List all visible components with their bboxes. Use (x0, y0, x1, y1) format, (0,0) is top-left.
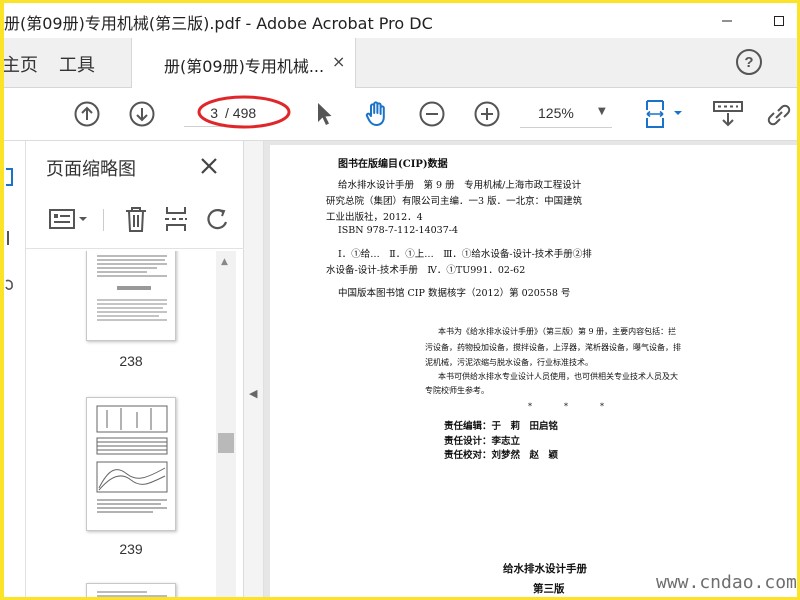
minimize-button[interactable] (704, 3, 750, 38)
thumbnail-options-icon (49, 209, 87, 229)
zoom-out-icon (419, 101, 445, 127)
zoom-out-button[interactable] (415, 97, 449, 131)
insert-page-button[interactable] (160, 203, 192, 235)
editor-line: 责任编辑：于 莉 田启铭 (444, 421, 559, 432)
thumbnail-preview (96, 405, 168, 513)
main-toolbar: / 498 125% (4, 88, 797, 141)
rotate-page-button[interactable] (202, 203, 234, 235)
page-thumbnail[interactable] (86, 251, 176, 341)
previous-page-button[interactable] (70, 97, 104, 131)
attachments-icon[interactable] (5, 279, 13, 290)
edition: 第三版 (533, 583, 565, 595)
link-icon (767, 104, 791, 126)
select-tool-button[interactable] (307, 97, 341, 131)
zoom-in-icon (474, 101, 500, 127)
summary-line: 污设备，药物投加设备，搅拌设备，上浮器，滗析器设备，曝气设备，排 (425, 343, 681, 352)
zoom-in-button[interactable] (470, 97, 504, 131)
proofreader-line: 责任校对：刘梦然 赵 颖 (444, 450, 559, 461)
thumbnail-label: 238 (119, 353, 143, 369)
thumbnail-preview (97, 255, 167, 321)
help-button[interactable]: ? (735, 48, 763, 76)
thumbnail-preview (97, 591, 167, 597)
scrollbar-thumb[interactable] (218, 433, 234, 453)
hand-icon (365, 101, 385, 126)
red-ellipse-annotation (197, 95, 291, 129)
share-link-button[interactable] (761, 97, 797, 131)
summary-line: 泥机械，污泥浓缩与脱水设备，行业标准技术。 (425, 358, 593, 367)
delete-page-button[interactable] (120, 203, 152, 235)
summary-line: 专院校师生参考。 (425, 386, 489, 395)
thumbnail-options-button[interactable] (46, 203, 94, 235)
document-tab-close-icon[interactable]: × (332, 52, 345, 71)
thumbnail-list: 238 239 (26, 251, 216, 597)
navigation-pane-strip (4, 141, 26, 597)
trash-icon (126, 207, 146, 232)
read-mode-button[interactable] (708, 97, 748, 131)
cip-isbn: ISBN 978-7-112-14037-4 (338, 225, 458, 236)
maximize-button[interactable] (756, 3, 797, 38)
help-icon: ? (736, 49, 762, 75)
svg-text:?: ? (744, 54, 753, 71)
document-tab[interactable]: 册(第09册)专用机械... × (131, 38, 356, 89)
designer-line: 责任设计：李志立 (444, 436, 521, 447)
maximize-icon (774, 15, 784, 26)
book-title: 给水排水设计手册 (503, 563, 587, 575)
pane-collapse-strip[interactable]: ◀ (244, 141, 264, 597)
insert-page-icon (165, 207, 187, 231)
panel-close-button[interactable] (196, 153, 222, 179)
title-bar: 册(第09册)专用机械(第三版).pdf - Adobe Acrobat Pro… (4, 3, 797, 38)
scroll-up-icon[interactable]: ▲ (221, 257, 228, 267)
down-arrow-circle-icon (129, 101, 155, 127)
thumbnail-toolbar (26, 191, 244, 249)
page-thumbnail[interactable] (86, 583, 176, 597)
collapse-left-icon[interactable]: ◀ (249, 387, 257, 400)
cip-line: 水设备-设计-技术手册 Ⅳ．①TU991．02-62 (326, 265, 526, 276)
cip-line: Ⅰ．①给… Ⅱ．①上… Ⅲ．①给水设备-设计-技术手册②排 (338, 249, 592, 260)
cip-line: 工业出版社，2012．4 (326, 212, 423, 223)
fit-page-icon (646, 100, 682, 128)
summary-line: 本书可供给水排水专业设计人员使用，也可供相关专业技术人员及大 (438, 372, 678, 381)
page-fit-button[interactable] (640, 97, 688, 131)
summary-line: 本书为《给水排水设计手册》（第三版）第 9 册，主要内容包括：拦 (438, 327, 677, 336)
chevron-down-icon: ▼ (598, 106, 606, 117)
app-window: 册(第09册)专用机械(第三版).pdf - Adobe Acrobat Pro… (4, 3, 797, 597)
pdf-page: 图书在版编目(CIP)数据 给水排水设计手册 第 9 册 专用机械/上海市政工程… (270, 145, 797, 597)
zoom-level-select[interactable]: 125% ▼ (520, 100, 612, 128)
page-thumbnails-panel: 页面缩略图 238 239 ▲ (26, 141, 244, 597)
close-icon (201, 158, 217, 174)
panel-title: 页面缩略图 (46, 159, 136, 180)
cip-line: 给水排水设计手册 第 9 册 专用机械/上海市政工程设计 (338, 180, 582, 191)
tab-home[interactable]: 主页 (4, 51, 38, 77)
thumbnail-label: 239 (119, 541, 143, 557)
cip-line: 研究总院（集团）有限公司主编．一3 版．一北京：中国建筑 (326, 196, 583, 207)
tab-tools[interactable]: 工具 (59, 51, 95, 77)
page-thumbnails-icon[interactable] (6, 168, 13, 186)
zoom-level-value: 125% (538, 105, 574, 121)
document-view[interactable]: 图书在版编目(CIP)数据 给水排水设计手册 第 9 册 专用机械/上海市政工程… (264, 141, 797, 597)
cip-heading: 图书在版编目(CIP)数据 (338, 159, 448, 170)
window-title: 册(第09册)专用机械(第三版).pdf - Adobe Acrobat Pro… (4, 14, 433, 33)
page-thumbnail[interactable] (86, 397, 176, 531)
tab-bar: 主页 工具 册(第09册)专用机械... × ? (4, 38, 797, 89)
pane-icons (5, 168, 13, 290)
rotate-icon (207, 209, 228, 230)
cip-record: 中国版本图书馆 CIP 数据核字（2012）第 020558 号 (338, 288, 571, 299)
read-mode-icon (713, 101, 743, 127)
cursor-arrow-icon (318, 103, 332, 125)
document-tab-label: 册(第09册)专用机械... (164, 57, 325, 76)
watermark: www.cndao.com (656, 572, 797, 593)
minimize-icon (722, 20, 732, 21)
thumbnail-scrollbar[interactable]: ▲ (216, 251, 236, 597)
hand-tool-button[interactable] (360, 97, 394, 131)
up-arrow-circle-icon (74, 101, 100, 127)
next-page-button[interactable] (125, 97, 159, 131)
separator-stars: * * * (528, 402, 604, 411)
toolbar-divider (103, 209, 104, 231)
